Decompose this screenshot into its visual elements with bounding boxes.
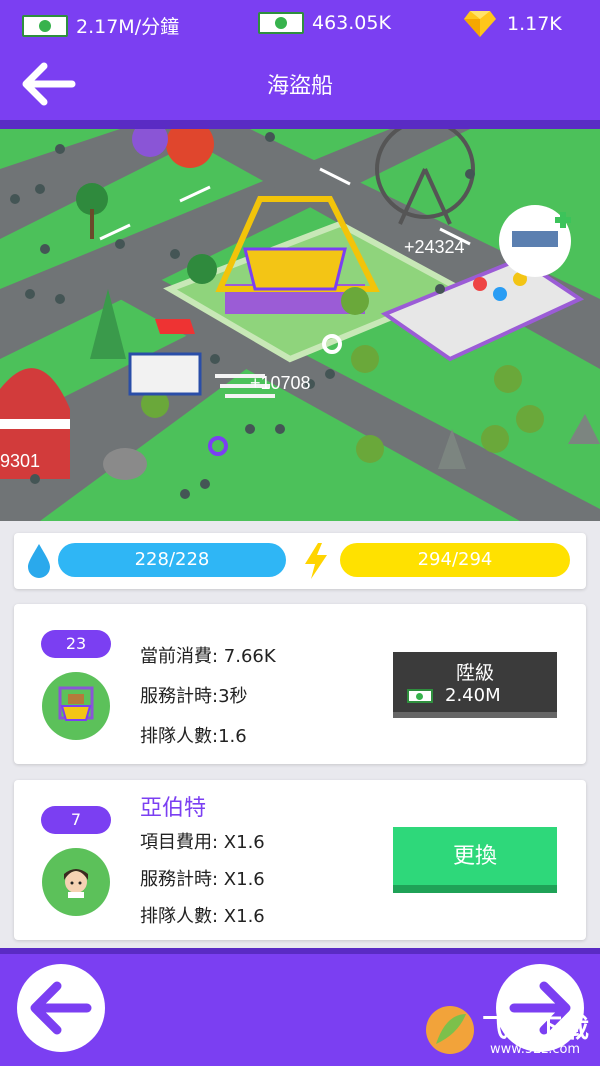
upgrade-button[interactable]: 陞級 2.40M <box>393 652 557 718</box>
lightning-icon <box>305 543 327 579</box>
cash-value: 463.05K <box>312 12 391 34</box>
income-rate-stat: 2.17M/分鐘 <box>22 12 179 39</box>
money-icon <box>22 14 68 37</box>
staff-name: 亞伯特 <box>140 796 207 821</box>
staff-avatar <box>42 848 110 916</box>
header: 海盜船 <box>0 48 600 120</box>
income-popup: +24324 <box>404 237 465 257</box>
staff-queue: 排隊人數: X1.6 <box>140 906 265 927</box>
bottom-divider <box>0 948 600 954</box>
gem-icon <box>464 11 496 37</box>
staff-item-cost: 項目費用: X1.6 <box>140 832 265 853</box>
header-divider <box>0 120 600 129</box>
watermark-text: 飞翔下载 <box>482 1014 591 1044</box>
previous-ride-button[interactable] <box>17 964 105 1052</box>
watermark-url: www.52z.com <box>490 1042 581 1057</box>
park-scene: +24324 +10708 9301 <box>0 129 600 521</box>
feather-logo-icon <box>426 1006 474 1054</box>
change-staff-button[interactable]: 更換 <box>393 827 557 893</box>
park-map[interactable]: +24324 +10708 9301 <box>0 129 600 521</box>
money-icon <box>258 12 304 34</box>
income-popup: 9301 <box>0 451 40 471</box>
upgrade-label: 陞級 <box>455 662 494 684</box>
income-rate-value: 2.17M/分鐘 <box>76 16 180 38</box>
staff-service-time: 服務計時: X1.6 <box>140 869 265 890</box>
gem-stat[interactable]: 1.17K <box>463 10 562 38</box>
ride-service-time: 服務計時:3秒 <box>140 686 248 707</box>
money-icon <box>407 688 433 703</box>
pirate-ship-icon <box>42 672 110 740</box>
ride-queue: 排隊人數:1.6 <box>140 726 247 747</box>
water-meter: 228/228 <box>58 543 286 577</box>
energy-meter: 294/294 <box>340 543 570 577</box>
resource-bar: 228/228 294/294 <box>14 533 586 589</box>
arrow-left-icon <box>30 981 92 1035</box>
cash-stat: 463.05K <box>258 12 391 34</box>
ride-consumption: 當前消費: 7.66K <box>140 646 276 667</box>
gem-value: 1.17K <box>507 13 562 35</box>
staff-level-badge: 7 <box>41 806 111 834</box>
income-popup: +10708 <box>250 373 311 393</box>
ride-card: 23 當前消費: 7.66K 服務計時:3秒 排隊人數:1.6 陞級 2.40M <box>14 604 586 764</box>
status-bar: 2.17M/分鐘 463.05K 1.17K <box>0 0 600 48</box>
water-drop-icon <box>28 544 50 578</box>
upgrade-cost-value: 2.40M <box>445 685 501 706</box>
watermark: 飞翔下载 www.52z.com <box>424 1004 600 1066</box>
staff-card: 亞伯特 7 項目費用: X1.6 服務計時: X1.6 排隊人數: X1.6 更… <box>14 780 586 940</box>
page-title: 海盜船 <box>266 74 333 99</box>
upgrade-cost: 2.40M <box>407 685 501 706</box>
ride-level-badge: 23 <box>41 630 111 658</box>
